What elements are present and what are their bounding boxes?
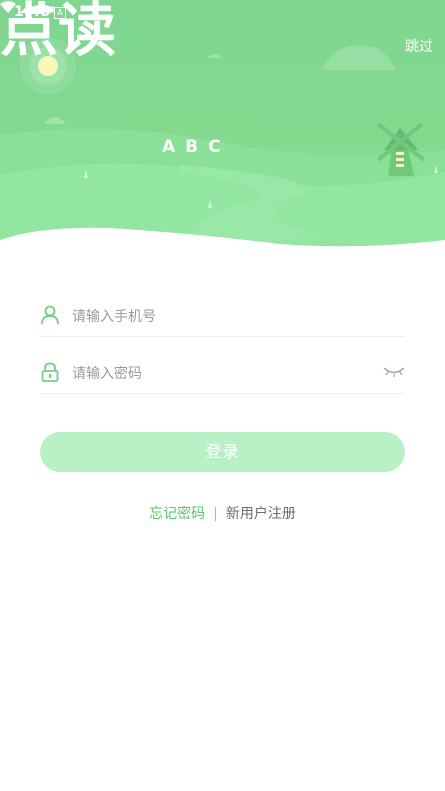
hero-banner: 1:45 A 跳过 点读 ABC (0, 0, 445, 250)
login-button[interactable]: 登录 (40, 432, 405, 472)
link-separator: | (213, 506, 218, 522)
phone-field (40, 296, 405, 337)
eye-closed-icon[interactable] (383, 365, 405, 379)
app-logo: 点读 (0, 0, 116, 64)
register-link[interactable]: 新用户注册 (226, 506, 296, 522)
phone-input[interactable] (70, 300, 374, 334)
skip-button[interactable]: 跳过 (403, 34, 435, 58)
user-icon (41, 305, 59, 325)
logo-subtitle: ABC (162, 137, 231, 157)
auth-links: 忘记密码 | 新用户注册 (0, 503, 445, 523)
forgot-password-link[interactable]: 忘记密码 (149, 506, 205, 522)
lock-icon (41, 362, 59, 382)
password-field (40, 353, 405, 394)
svg-text:点读: 点读 (0, 0, 116, 64)
password-input[interactable] (70, 357, 374, 391)
